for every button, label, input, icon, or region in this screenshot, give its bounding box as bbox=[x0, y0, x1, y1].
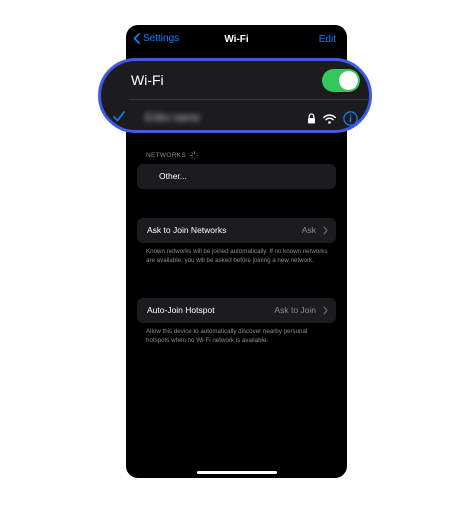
lock-icon bbox=[308, 113, 315, 124]
ask-to-join-value: Ask bbox=[301, 225, 316, 235]
auto-join-hotspot-label: Auto-Join Hotspot bbox=[147, 305, 215, 315]
spinner-icon bbox=[190, 151, 199, 160]
ask-to-join-footnote: Known networks will be joined automatica… bbox=[146, 248, 328, 264]
checkmark-icon bbox=[113, 111, 125, 122]
divider bbox=[129, 99, 369, 100]
other-network-button[interactable]: Other... bbox=[137, 164, 336, 189]
wifi-icon bbox=[323, 114, 336, 124]
navigation-bar: Settings Wi-Fi Edit bbox=[126, 25, 347, 55]
auto-join-hotspot-footnote: Allow this device to automatically disco… bbox=[146, 328, 308, 344]
wifi-toggle[interactable] bbox=[322, 69, 360, 92]
other-network-label: Other... bbox=[159, 171, 187, 181]
info-icon[interactable] bbox=[343, 111, 358, 126]
auto-join-hotspot-value: Ask to Join bbox=[274, 305, 316, 315]
networks-section-header: NETWORKS bbox=[146, 151, 199, 160]
toggle-knob bbox=[339, 71, 358, 90]
home-indicator[interactable] bbox=[197, 471, 277, 474]
edit-button[interactable]: Edit bbox=[319, 34, 336, 45]
page-title: Wi-Fi bbox=[224, 34, 249, 45]
wifi-zoom-highlight: Wi-Fi Eriks name bbox=[98, 58, 372, 133]
wifi-label: Wi-Fi bbox=[131, 72, 164, 88]
auto-join-hotspot-row[interactable]: Auto-Join Hotspot Ask to Join bbox=[137, 298, 336, 323]
chevron-right-icon bbox=[323, 226, 328, 235]
chevron-right-icon bbox=[323, 306, 328, 315]
networks-header-label: NETWORKS bbox=[146, 152, 186, 159]
connected-network-name[interactable]: Eriks name bbox=[145, 112, 200, 124]
ask-to-join-networks-row[interactable]: Ask to Join Networks Ask bbox=[137, 218, 336, 243]
ask-to-join-label: Ask to Join Networks bbox=[147, 225, 227, 235]
